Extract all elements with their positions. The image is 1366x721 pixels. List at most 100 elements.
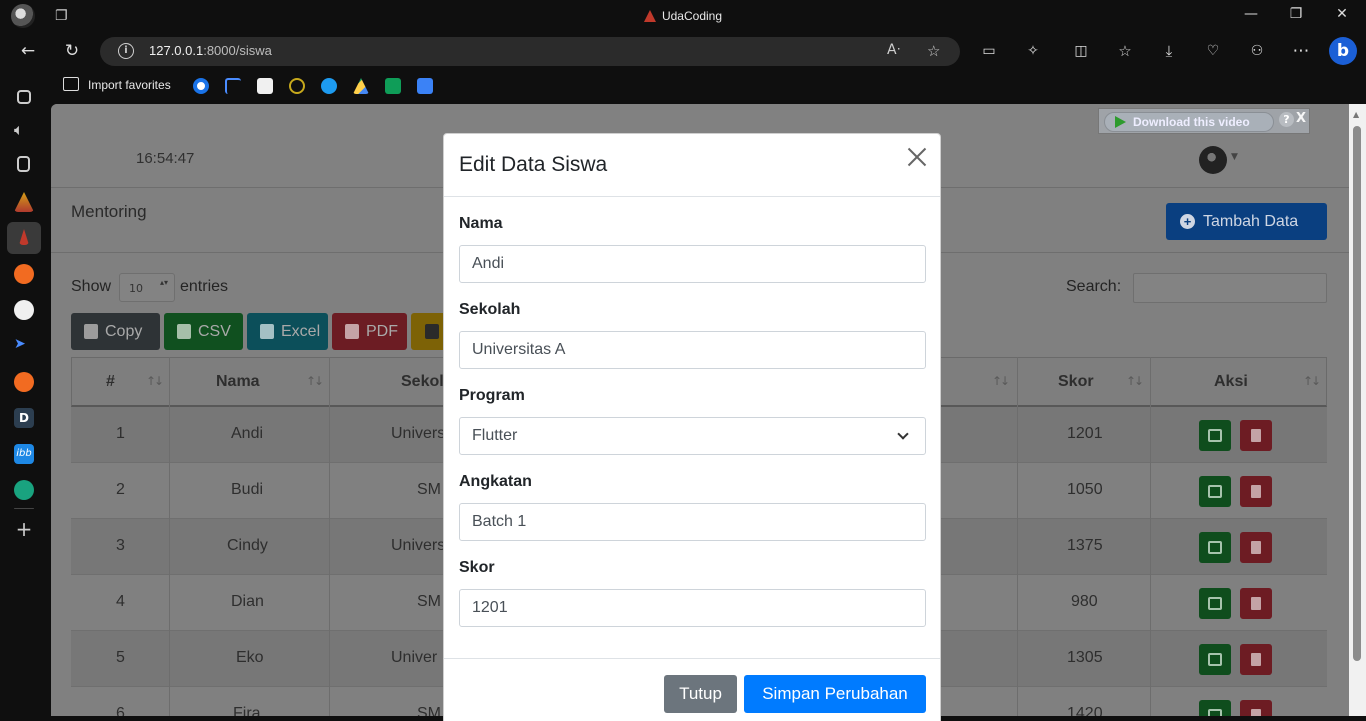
sidebar-github-icon[interactable] <box>14 300 34 320</box>
sort-icon[interactable]: ↑↓ <box>1303 374 1321 388</box>
sidebar-speaker-icon[interactable]: 🔈︎ <box>14 120 34 140</box>
tutup-button[interactable]: Tutup <box>664 675 737 713</box>
refresh-icon[interactable]: ↻ <box>61 40 83 62</box>
delete-button[interactable] <box>1240 588 1272 619</box>
more-icon[interactable]: ⋯ <box>1290 40 1312 62</box>
sort-icon[interactable]: ↑↓ <box>146 374 164 388</box>
th-nama[interactable]: Nama <box>216 373 260 391</box>
delete-button[interactable] <box>1240 644 1272 675</box>
split-screen-icon[interactable]: ◫ <box>1070 40 1092 62</box>
sidebar-d-icon[interactable]: D <box>14 408 34 428</box>
scroll-thumb[interactable] <box>1353 126 1361 661</box>
user-caret-icon[interactable]: ▼ <box>1231 152 1238 162</box>
csv-file-icon <box>177 324 191 339</box>
read-aloud-icon[interactable]: Aᐧ <box>887 42 900 58</box>
angkatan-input[interactable]: Batch 1 <box>459 503 926 541</box>
performance-icon[interactable]: ♡ <box>1202 40 1224 62</box>
th-aksi[interactable]: Aksi <box>1214 373 1248 391</box>
favorites-icon[interactable]: ☆ <box>1114 40 1136 62</box>
edit-button[interactable] <box>1199 644 1231 675</box>
copilot-icon[interactable]: b <box>1329 37 1357 65</box>
sidebar-app-icon[interactable] <box>14 192 34 212</box>
sidebar-page-icon[interactable] <box>17 156 30 172</box>
restore-icon[interactable]: ❐ <box>1286 6 1306 22</box>
sidebar-ibb-icon[interactable]: ibb <box>14 444 34 464</box>
skor-input[interactable]: 1201 <box>459 589 926 627</box>
close-icon[interactable] <box>906 146 928 168</box>
sidebar-chatgpt-icon[interactable] <box>14 480 34 500</box>
favorite-shortcut-icon[interactable] <box>257 78 273 94</box>
csv-label: CSV <box>198 323 231 340</box>
add-favorite-icon[interactable]: ☆ <box>927 42 940 60</box>
sidebar-bird-icon[interactable]: ➤ <box>14 336 34 356</box>
trash-icon <box>1251 429 1261 442</box>
cell-nama: Fira <box>233 705 261 716</box>
close-window-icon[interactable]: ✕ <box>1332 6 1352 22</box>
back-icon[interactable]: ← <box>17 40 39 62</box>
trash-icon <box>1251 653 1261 666</box>
download-close-icon[interactable]: X <box>1296 111 1306 126</box>
sidebar-add-icon[interactable]: + <box>14 519 34 539</box>
copy-button[interactable]: Copy <box>71 313 160 350</box>
delete-button[interactable] <box>1240 476 1272 507</box>
delete-button[interactable] <box>1240 532 1272 563</box>
edit-button[interactable] <box>1199 700 1231 716</box>
favorite-sheets-icon[interactable] <box>385 78 401 94</box>
pdf-button[interactable]: PDF <box>332 313 407 350</box>
user-avatar[interactable] <box>1199 146 1227 174</box>
cell-no: 1 <box>116 425 125 442</box>
favorite-drive-icon[interactable] <box>353 78 369 94</box>
sort-icon[interactable]: ↑↓ <box>306 374 324 388</box>
url-host: 127.0.0.1 <box>149 43 204 58</box>
cell-sekolah: Univers <box>391 537 446 554</box>
excel-button[interactable]: Excel <box>247 313 328 350</box>
download-video-button[interactable]: Download this video <box>1104 112 1274 132</box>
sort-icon[interactable]: ↑↓ <box>1126 374 1144 388</box>
favorite-c-icon[interactable] <box>289 78 305 94</box>
download-help-icon[interactable]: ? <box>1279 112 1294 127</box>
simpan-perubahan-button[interactable]: Simpan Perubahan <box>744 675 926 713</box>
url-text[interactable]: 127.0.0.1:8000/siswa <box>149 43 272 58</box>
program-select[interactable]: Flutter <box>459 417 926 455</box>
th-no[interactable]: # <box>106 373 115 391</box>
delete-button[interactable] <box>1240 700 1272 716</box>
th-sekolah[interactable]: Sekol <box>401 373 444 391</box>
entries-select[interactable]: 10 <box>119 273 175 302</box>
th-skor[interactable]: Skor <box>1058 373 1094 391</box>
sekolah-input[interactable]: Universitas A <box>459 331 926 369</box>
page-scrollbar[interactable]: ▲ <box>1349 104 1366 716</box>
sidebar-orange2-icon[interactable] <box>14 372 34 392</box>
edit-button[interactable] <box>1199 532 1231 563</box>
reader-icon[interactable]: ▭ <box>978 40 1000 62</box>
favorite-google-icon[interactable] <box>193 78 209 94</box>
collections-icon[interactable]: ⚇ <box>1246 40 1268 62</box>
edit-button[interactable] <box>1199 420 1231 451</box>
column-divider <box>169 357 170 716</box>
sort-icon[interactable]: ↑↓ <box>992 374 1010 388</box>
search-input[interactable] <box>1133 273 1327 303</box>
delete-button[interactable] <box>1240 420 1272 451</box>
address-bar[interactable]: i 127.0.0.1:8000/siswa Aᐧ ☆ <box>100 37 960 66</box>
cell-skor: 1420 <box>1067 705 1103 716</box>
favorite-contacts-icon[interactable] <box>417 78 433 94</box>
sidebar-orange-icon[interactable] <box>14 264 34 284</box>
favorite-flag-icon[interactable] <box>225 78 241 94</box>
pdf-label: PDF <box>366 323 398 340</box>
edit-button[interactable] <box>1199 476 1231 507</box>
cell-nama: Budi <box>231 481 264 498</box>
nama-input[interactable]: Andi <box>459 245 926 283</box>
edit-icon <box>1208 597 1222 610</box>
nama-label: Nama <box>459 215 503 232</box>
csv-button[interactable]: CSV <box>164 313 243 350</box>
edit-button[interactable] <box>1199 588 1231 619</box>
downloads-icon[interactable]: ⤓ <box>1158 40 1180 62</box>
extensions-icon[interactable]: ✧ <box>1022 40 1044 62</box>
tambah-data-button[interactable]: + Tambah Data <box>1166 203 1327 240</box>
minimize-icon[interactable]: — <box>1241 6 1261 22</box>
cell-sekolah: SM <box>417 481 441 498</box>
scroll-up-icon[interactable]: ▲ <box>1353 110 1359 119</box>
site-info-icon[interactable]: i <box>118 43 134 59</box>
sidebar-tabs-icon[interactable] <box>17 90 31 104</box>
import-favorites[interactable]: Import favorites <box>63 77 171 92</box>
favorite-check-icon[interactable] <box>321 78 337 94</box>
